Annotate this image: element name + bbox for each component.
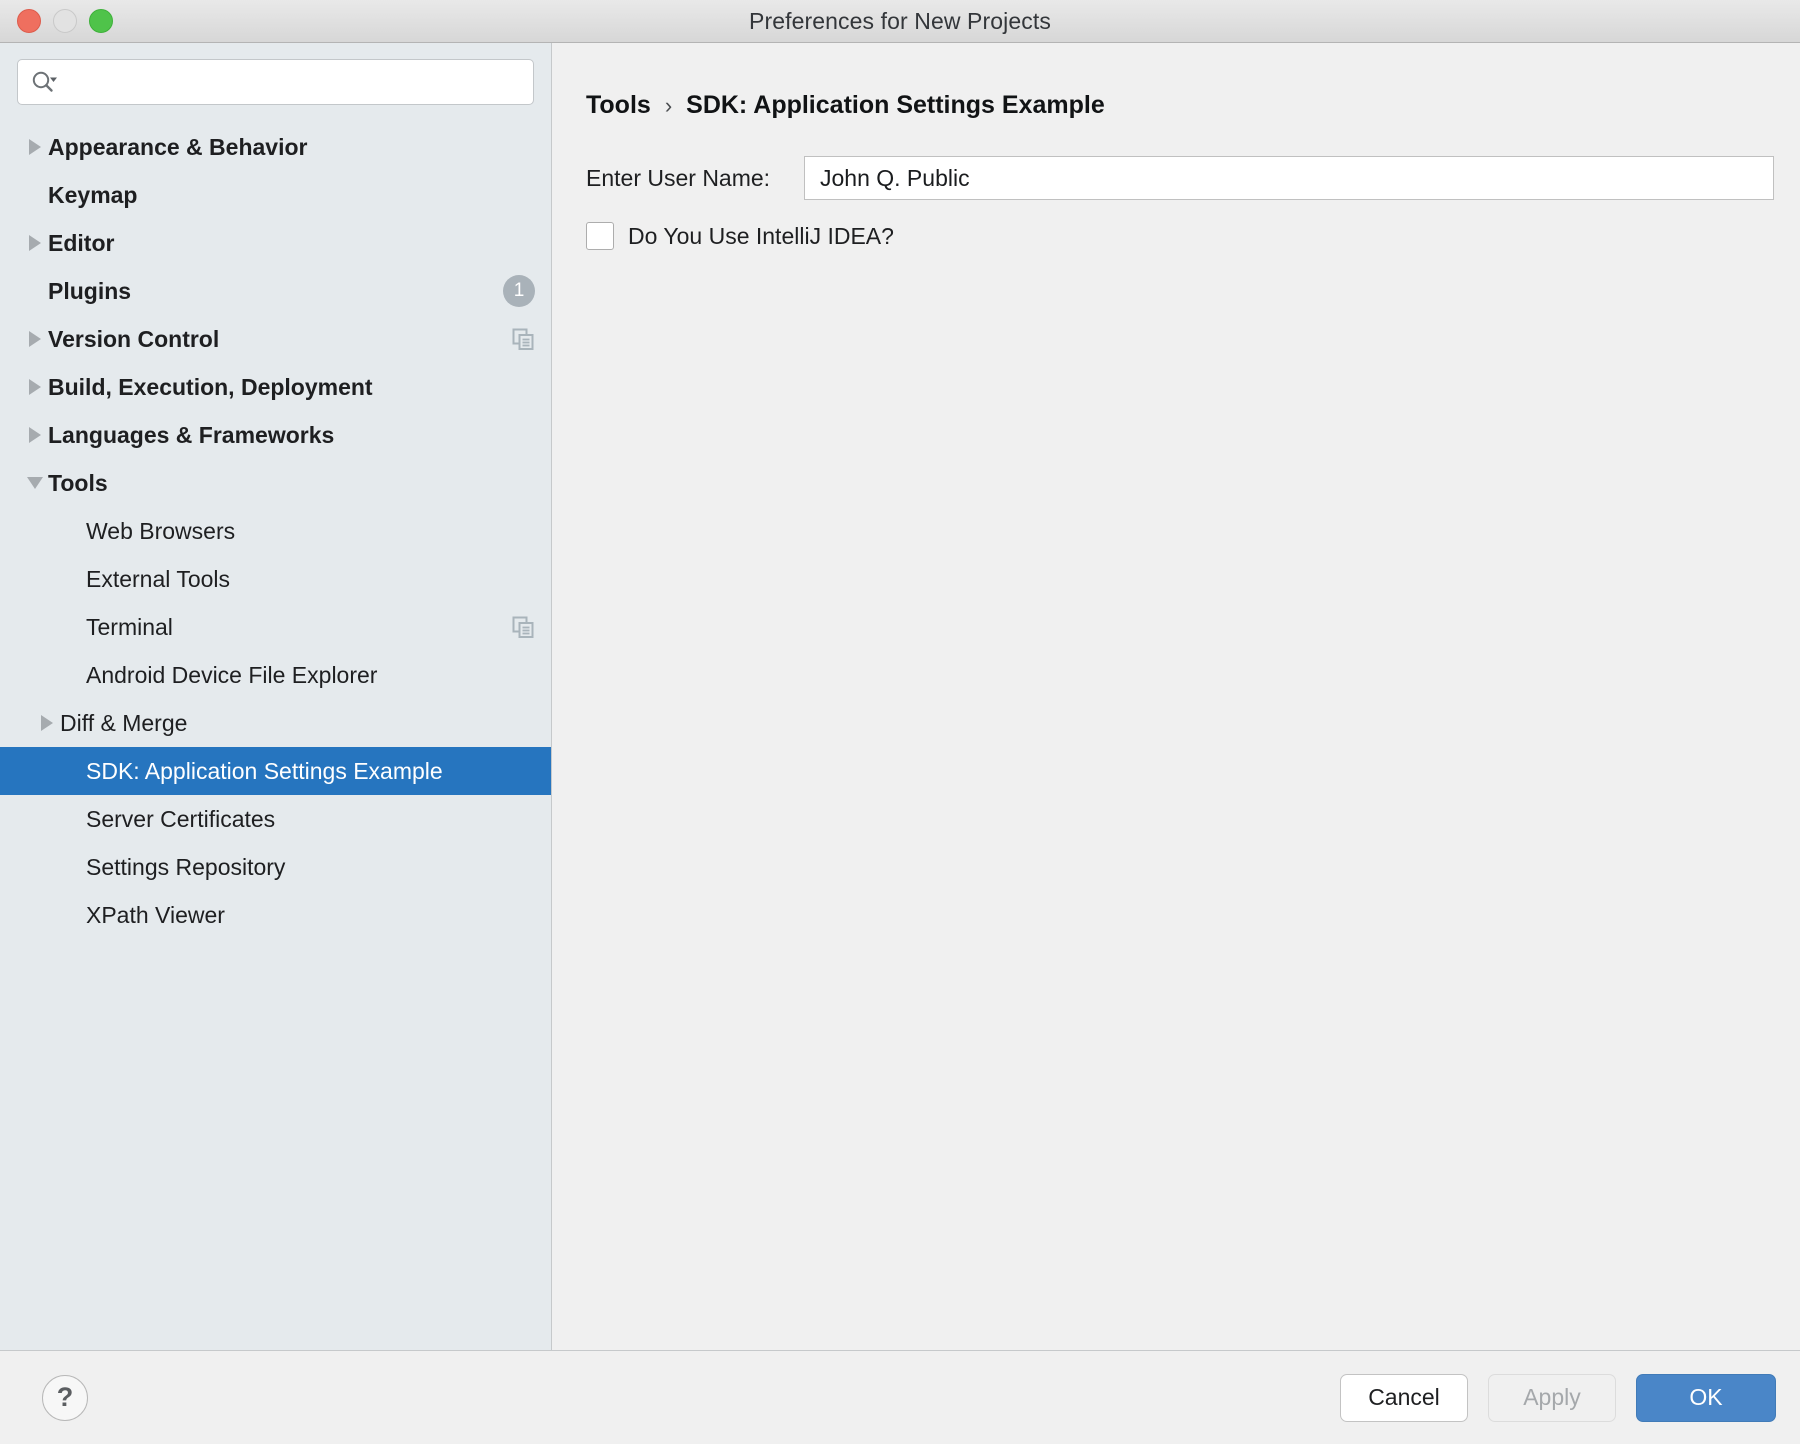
sidebar-item-keymap[interactable]: Keymap <box>0 171 551 219</box>
preferences-window: Preferences for New Projects Appearance … <box>0 0 1800 1444</box>
settings-sidebar: Appearance & Behavior Keymap Editor Plug… <box>0 43 552 1350</box>
plugins-update-badge: 1 <box>503 275 535 307</box>
apply-button: Apply <box>1488 1373 1616 1422</box>
sidebar-item-label: Android Device File Explorer <box>86 661 378 688</box>
sidebar-item-label: SDK: Application Settings Example <box>86 757 443 784</box>
sidebar-item-xpath-viewer[interactable]: XPath Viewer <box>0 891 551 939</box>
copy-icon <box>511 327 535 351</box>
settings-detail-panel: Tools › SDK: Application Settings Exampl… <box>552 43 1800 1350</box>
sidebar-item-label: External Tools <box>86 565 231 592</box>
user-name-input[interactable] <box>818 163 1760 193</box>
sidebar-item-terminal[interactable]: Terminal <box>0 603 551 651</box>
sidebar-item-label: Server Certificates <box>86 805 276 832</box>
sidebar-item-external-tools[interactable]: External Tools <box>0 555 551 603</box>
sidebar-item-label: Web Browsers <box>86 517 236 544</box>
user-name-label: Enter User Name: <box>586 164 771 191</box>
sidebar-item-languages-frameworks[interactable]: Languages & Frameworks <box>0 411 551 459</box>
sidebar-item-web-browsers[interactable]: Web Browsers <box>0 507 551 555</box>
sidebar-item-android-device-file-explorer[interactable]: Android Device File Explorer <box>0 651 551 699</box>
sidebar-item-build-execution-deployment[interactable]: Build, Execution, Deployment <box>0 363 551 411</box>
sidebar-item-settings-repository[interactable]: Settings Repository <box>0 843 551 891</box>
sidebar-item-label: Tools <box>48 469 108 496</box>
search-input[interactable] <box>66 59 521 105</box>
breadcrumb-parent[interactable]: Tools <box>586 91 651 120</box>
settings-form: Enter User Name: Do You Use IntelliJ IDE… <box>552 120 1800 250</box>
intellij-usage-label: Do You Use IntelliJ IDEA? <box>628 222 894 249</box>
ok-button[interactable]: OK <box>1636 1373 1776 1422</box>
sidebar-item-appearance-behavior[interactable]: Appearance & Behavior <box>0 123 551 171</box>
sidebar-item-label: Version Control <box>48 325 220 352</box>
chevron-right-icon[interactable] <box>22 139 48 155</box>
breadcrumb-current: SDK: Application Settings Example <box>686 91 1105 119</box>
intellij-usage-row[interactable]: Do You Use IntelliJ IDEA? <box>586 222 1800 250</box>
sidebar-item-label: Languages & Frameworks <box>48 421 335 448</box>
sidebar-item-label: Diff & Merge <box>60 709 188 736</box>
settings-tree: Appearance & Behavior Keymap Editor Plug… <box>0 119 551 1350</box>
breadcrumb: Tools › SDK: Application Settings Exampl… <box>552 43 1800 120</box>
sidebar-item-plugins[interactable]: Plugins 1 <box>0 267 551 315</box>
cancel-button[interactable]: Cancel <box>1340 1373 1468 1422</box>
sidebar-item-diff-merge[interactable]: Diff & Merge <box>0 699 551 747</box>
sidebar-item-server-certificates[interactable]: Server Certificates <box>0 795 551 843</box>
intellij-usage-checkbox[interactable] <box>586 222 614 250</box>
chevron-down-icon[interactable] <box>22 477 48 489</box>
sidebar-item-label: Build, Execution, Deployment <box>48 373 373 400</box>
sidebar-item-sdk-application-settings-example[interactable]: SDK: Application Settings Example <box>0 747 551 795</box>
chevron-right-icon[interactable] <box>22 331 48 347</box>
sidebar-item-version-control[interactable]: Version Control <box>0 315 551 363</box>
chevron-right-icon[interactable] <box>22 235 48 251</box>
search-container <box>0 43 551 119</box>
sidebar-item-label: XPath Viewer <box>86 901 225 928</box>
sidebar-item-label: Keymap <box>48 181 138 208</box>
sidebar-item-editor[interactable]: Editor <box>0 219 551 267</box>
sidebar-item-label: Plugins <box>48 277 132 304</box>
sidebar-item-label: Appearance & Behavior <box>48 133 308 160</box>
user-name-row: Enter User Name: <box>586 156 1800 200</box>
dialog-body: Appearance & Behavior Keymap Editor Plug… <box>0 43 1800 1350</box>
sidebar-item-label: Editor <box>48 229 115 256</box>
chevron-right-icon[interactable] <box>22 379 48 395</box>
breadcrumb-separator-icon: › <box>664 93 673 118</box>
copy-icon <box>511 615 535 639</box>
chevron-right-icon[interactable] <box>22 427 48 443</box>
sidebar-item-label: Settings Repository <box>86 853 286 880</box>
search-box[interactable] <box>17 59 534 105</box>
dialog-footer: ? Cancel Apply OK <box>0 1350 1800 1444</box>
help-button[interactable]: ? <box>42 1374 88 1421</box>
chevron-right-icon[interactable] <box>34 715 60 731</box>
search-icon <box>30 70 58 94</box>
user-name-field[interactable] <box>804 156 1774 200</box>
title-bar: Preferences for New Projects <box>0 0 1800 43</box>
sidebar-item-tools[interactable]: Tools <box>0 459 551 507</box>
sidebar-item-label: Terminal <box>86 613 173 640</box>
window-title: Preferences for New Projects <box>749 7 1051 34</box>
